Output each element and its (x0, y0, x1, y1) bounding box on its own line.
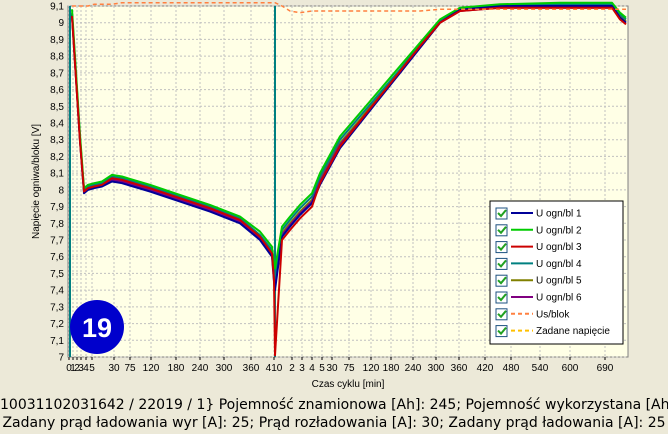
x-tick-label: 4 (309, 363, 315, 374)
x-tick-label: 5 (89, 363, 95, 374)
x-tick-label: 300 (428, 363, 445, 374)
chart-canvas: 7 7,1 7,2 7,3 7,4 7,5 7,6 7,7 7,8 7,9 8 8,1 8,2 8,3 8,… (31, 2, 629, 390)
x-tick-label: 600 (562, 363, 579, 374)
x-tick-label: 410 (266, 363, 283, 374)
x-tick-label: 240 (405, 363, 422, 374)
y-tick-label: 7,9 (50, 202, 64, 213)
y-tick-label: 7,3 (50, 302, 64, 313)
x-tick-label: 2 (289, 363, 295, 374)
legend-label: U ogn/bl 1 (536, 209, 582, 220)
x-tick-label: 360 (243, 363, 260, 374)
legend-label: U ogn/bl 3 (536, 242, 582, 253)
x-tick-label: 300 (216, 363, 233, 374)
y-tick-label: 7,7 (50, 236, 64, 247)
legend-label: Zadane napięcie (536, 326, 610, 337)
y-axis-title: Napięcie ogniwa/bloku [V] (31, 124, 42, 239)
x-tick-label: 3 (299, 363, 305, 374)
cycle-badge-number: 19 (82, 313, 112, 343)
y-tick-label: 8,6 (50, 85, 64, 96)
y-tick-label: 7,4 (50, 286, 64, 297)
x-tick-label: 420 (477, 363, 494, 374)
y-tick-label: 8,4 (50, 119, 64, 130)
x-tick-label: 5 (319, 363, 325, 374)
y-tick-label: 8 (58, 185, 64, 196)
y-tick-label: 7,8 (50, 219, 64, 230)
x-tick-label: 180 (168, 363, 185, 374)
x-tick-label: 540 (532, 363, 549, 374)
y-tick-label: 7,1 (50, 336, 64, 347)
legend-label: U ogn/bl 2 (536, 225, 582, 236)
x-tick-label: 120 (363, 363, 380, 374)
legend-label: U ogn/bl 4 (536, 259, 582, 270)
y-tick-label: 9 (58, 18, 64, 29)
x-tick-label: 690 (597, 363, 614, 374)
x-tick-label: 240 (192, 363, 209, 374)
x-tick-label: 360 (451, 363, 468, 374)
voltage-chart: 7 7,1 7,2 7,3 7,4 7,5 7,6 7,7 7,8 7,9 8 8,1 8,2 8,3 8,… (0, 0, 668, 395)
legend-label: U ogn/bl 6 (536, 293, 582, 304)
x-axis-title: Czas cyklu [min] (312, 379, 385, 390)
info-panel: 10031102031642 / 22019 / 1} Pojemność zn… (0, 396, 668, 432)
y-tick-label: 8,9 (50, 35, 64, 46)
legend-box (489, 200, 624, 345)
info-line-1: 10031102031642 / 22019 / 1} Pojemność zn… (0, 397, 668, 413)
y-tick-label: 9,1 (50, 2, 64, 13)
x-tick-label: 180 (383, 363, 400, 374)
y-tick-label: 8,5 (50, 102, 64, 113)
y-tick-label: 8,3 (50, 135, 64, 146)
y-tick-label: 7,2 (50, 319, 64, 330)
x-tick-label: 30 (326, 363, 338, 374)
y-tick-label: 7,6 (50, 252, 64, 263)
legend-label: Us/blok (536, 309, 570, 320)
x-tick-label: 120 (143, 363, 160, 374)
x-tick-label: 480 (503, 363, 520, 374)
legend-label: U ogn/bl 5 (536, 276, 582, 287)
y-tick-label: 8,7 (50, 68, 64, 79)
y-tick-label: 7,5 (50, 269, 64, 280)
y-tick-label: 7 (58, 353, 64, 364)
y-tick-label: 8,8 (50, 52, 64, 63)
y-tick-label: 8,1 (50, 169, 64, 180)
x-tick-label: 30 (108, 363, 120, 374)
x-tick-label: 75 (343, 363, 355, 374)
info-line-2: Zadany prąd ładowania wyr [A]: 25; Prąd … (2, 415, 666, 431)
y-tick-label: 8,2 (50, 152, 64, 163)
x-tick-label: 75 (124, 363, 136, 374)
